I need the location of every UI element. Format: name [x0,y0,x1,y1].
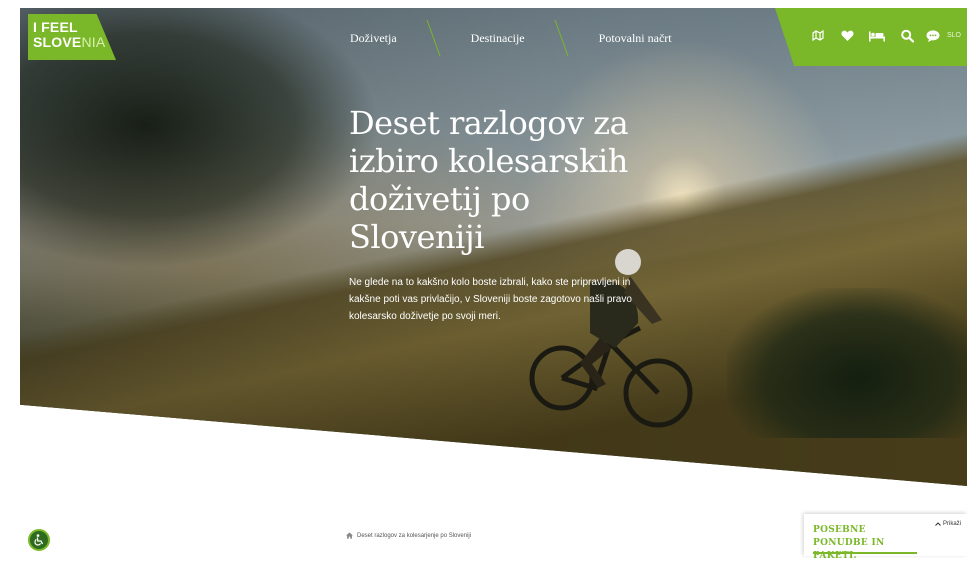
language-selector[interactable]: SLO [947,32,961,39]
nav-separator [427,20,441,56]
breadcrumb-current: Deset razlogov za kolesarjenje po Sloven… [357,532,472,539]
hero-intro: Ne glede na to kakšno kolo boste izbrali… [349,277,632,322]
accessibility-button[interactable] [28,529,50,551]
logo-slove: SLOVE [33,34,82,50]
special-offers-title: POSEBNE PONUDBE IN PAKETI. [813,525,885,561]
chat-icon[interactable] [926,30,940,42]
home-icon[interactable] [346,532,353,539]
special-offers-panel[interactable]: POSEBNE PONUDBE IN PAKETI. Prikaži [804,514,967,561]
logo-line-2: SLOVENIA [33,35,105,49]
search-icon[interactable] [901,29,914,43]
wheelchair-icon [34,534,44,546]
nav-item-experiences[interactable]: Doživetja [320,20,427,56]
toolbar: SLO [775,8,967,66]
heart-icon[interactable] [841,30,854,42]
cyclist-silhouette [529,249,693,428]
nav-item-travel-plan[interactable]: Potovalni načrt [569,20,702,56]
nav-item-destinations[interactable]: Destinacije [441,20,555,56]
map-icon[interactable] [811,29,825,43]
nav-separator [555,20,569,56]
breadcrumb: Deset razlogov za kolesarjenje po Sloven… [346,532,471,539]
chevron-up-icon [935,522,941,526]
page-title: Deset razlogov za izbiro kolesarskih dož… [349,104,629,256]
main-nav: Doživetja Destinacije Potovalni načrt [320,20,702,56]
logo-nia: NIA [81,34,106,50]
special-offers-underline [813,552,917,554]
logo-line-1: I FEEL [33,19,78,35]
show-offers-label: Prikaži [943,521,962,527]
show-offers-toggle[interactable]: Prikaži [935,521,961,527]
bed-icon[interactable] [869,31,885,42]
